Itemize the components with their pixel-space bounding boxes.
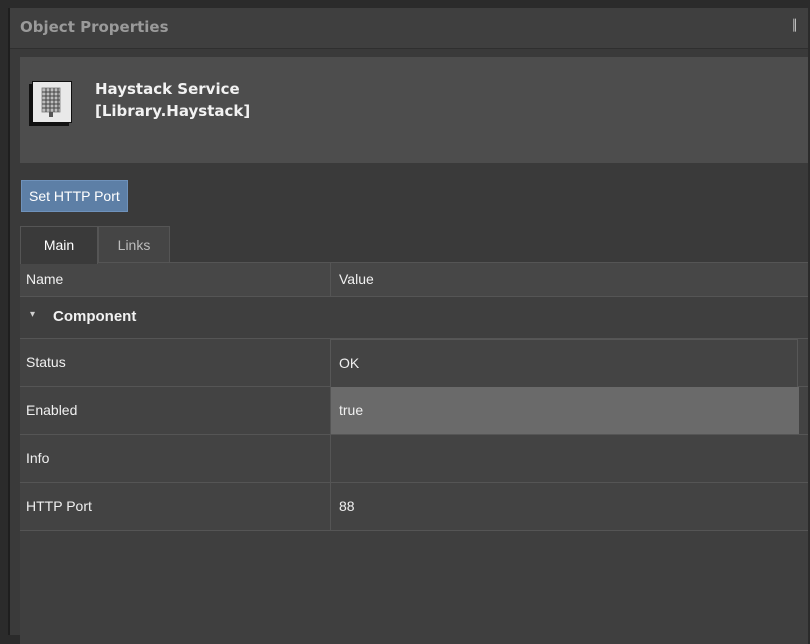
property-value-cell[interactable]: OK bbox=[330, 339, 798, 388]
property-value: OK bbox=[339, 355, 360, 371]
column-header-value[interactable]: Value bbox=[339, 271, 374, 287]
grid-empty-area bbox=[20, 531, 808, 644]
pin-icon[interactable]: ║ bbox=[791, 19, 798, 32]
tab-links[interactable]: Links bbox=[98, 226, 170, 262]
grid-header-row: Name Value bbox=[20, 263, 808, 297]
group-label: Component bbox=[53, 308, 137, 325]
property-value: true bbox=[339, 402, 364, 418]
object-header: Haystack Service [Library.Haystack] bbox=[20, 57, 808, 163]
property-name: HTTP Port bbox=[26, 498, 92, 514]
tab-main[interactable]: Main bbox=[20, 226, 98, 264]
property-value: 88 bbox=[339, 498, 355, 514]
haystack-grid-icon bbox=[32, 81, 72, 123]
property-value-cell[interactable]: 88 bbox=[330, 483, 799, 530]
property-value-cell[interactable]: true bbox=[330, 387, 799, 434]
panel-titlebar: Object Properties ║ bbox=[10, 8, 808, 49]
property-row-status[interactable]: Status OK bbox=[20, 339, 808, 388]
column-header-value-cell: Value bbox=[330, 263, 799, 296]
set-http-port-button[interactable]: Set HTTP Port bbox=[21, 180, 128, 212]
panel-title: Object Properties bbox=[20, 18, 169, 36]
column-header-name[interactable]: Name bbox=[26, 271, 63, 287]
property-grid: Name Value ▾ Component Status OK Enabled… bbox=[20, 262, 808, 644]
property-row-enabled[interactable]: Enabled true bbox=[20, 387, 808, 435]
property-name: Enabled bbox=[26, 402, 78, 418]
property-value-cell[interactable] bbox=[330, 435, 799, 482]
group-row-component[interactable]: ▾ Component bbox=[20, 297, 808, 339]
object-name: Haystack Service bbox=[95, 80, 240, 98]
object-path: [Library.Haystack] bbox=[95, 102, 251, 120]
property-name: Info bbox=[26, 450, 50, 466]
property-name: Status bbox=[26, 354, 66, 370]
chevron-down-icon[interactable]: ▾ bbox=[30, 309, 35, 320]
property-row-info[interactable]: Info bbox=[20, 435, 808, 483]
property-row-http-port[interactable]: HTTP Port 88 bbox=[20, 483, 808, 531]
object-properties-panel: Object Properties ║ Haystack Service [Li… bbox=[8, 8, 808, 644]
